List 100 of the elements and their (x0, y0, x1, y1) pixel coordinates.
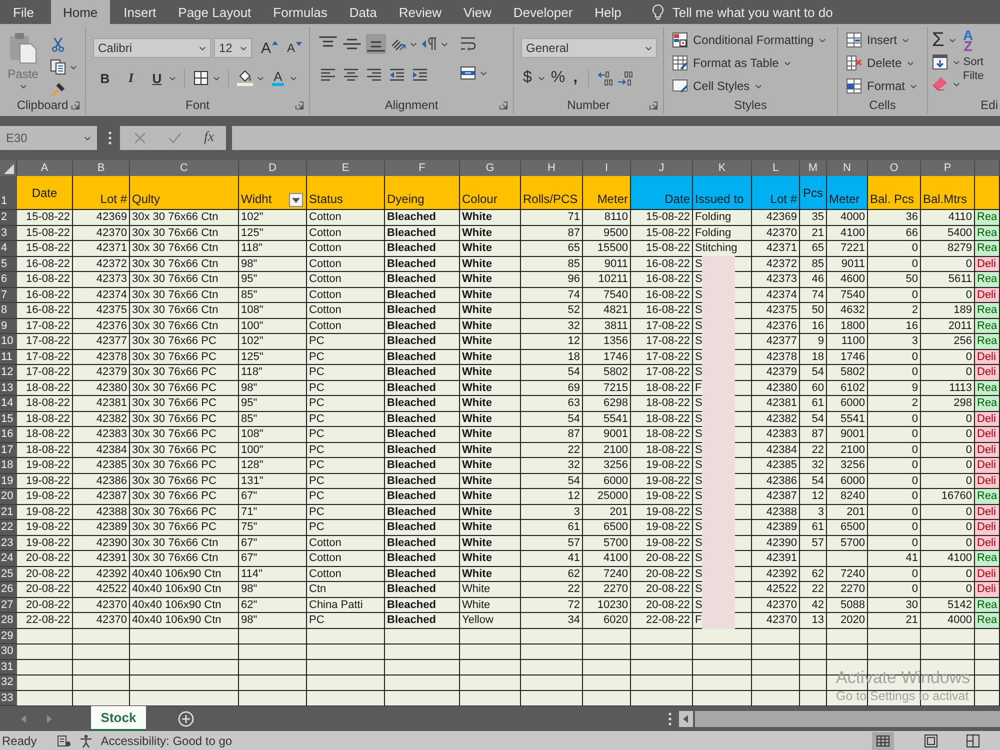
number-format-field[interactable]: General (521, 38, 657, 58)
column-header[interactable]: B (73, 160, 130, 176)
row-header[interactable]: 4 (0, 241, 17, 256)
text-direction-icon[interactable] (421, 36, 437, 52)
accessibility-icon[interactable] (78, 734, 93, 748)
row-header[interactable]: 19 (0, 474, 17, 489)
caret-icon[interactable] (70, 64, 77, 70)
row-header[interactable]: 21 (0, 504, 17, 520)
caret-icon[interactable] (953, 82, 960, 86)
ribbon-tab[interactable]: File (2, 0, 45, 24)
cut-icon[interactable] (50, 37, 66, 52)
row-header[interactable]: 22 (0, 520, 17, 536)
row-header[interactable]: 25 (0, 566, 17, 582)
select-all-icon[interactable] (4, 164, 14, 174)
caret-icon[interactable] (199, 46, 206, 50)
row-header[interactable]: 20 (0, 489, 17, 504)
caret-icon[interactable] (290, 76, 297, 80)
caret-icon[interactable] (84, 136, 91, 140)
row-header[interactable]: 23 (0, 536, 17, 551)
macro-record-icon[interactable] (56, 734, 71, 746)
filter-dropdown-button[interactable] (289, 193, 303, 207)
page-break-view-icon[interactable] (966, 734, 980, 748)
more-icon[interactable] (108, 131, 112, 145)
wrap-text-icon[interactable] (460, 36, 476, 52)
row-header[interactable]: 15 (0, 412, 17, 427)
sheet-tab[interactable]: Stock (91, 706, 146, 731)
caret-icon[interactable] (257, 76, 264, 80)
row-header[interactable]: 3 (0, 226, 17, 241)
column-header[interactable]: P (921, 160, 975, 176)
delete-button[interactable]: Delete (846, 52, 927, 74)
dialog-launcher-icon[interactable] (499, 101, 508, 110)
dialog-launcher-icon[interactable] (649, 101, 658, 110)
add-sheet-icon[interactable] (178, 710, 194, 726)
bottom-align-icon[interactable] (366, 34, 386, 54)
row-header[interactable]: 9 (0, 318, 17, 334)
dialog-launcher-icon[interactable] (295, 101, 304, 110)
caret-icon[interactable] (213, 76, 220, 80)
borders-icon[interactable] (193, 70, 209, 86)
percent-style-button[interactable]: % (548, 69, 568, 87)
accessibility-status[interactable]: Accessibility: Good to go (100, 734, 232, 748)
row-header[interactable]: 30 (0, 644, 17, 660)
ribbon-tab[interactable]: Review (388, 0, 452, 24)
caret-icon[interactable] (949, 38, 956, 42)
caret-icon[interactable] (902, 38, 910, 42)
ribbon-tab[interactable]: Data (338, 0, 388, 24)
underline-button[interactable]: U (149, 69, 165, 87)
caret-icon[interactable] (910, 84, 918, 88)
caret-icon[interactable] (645, 46, 652, 50)
ribbon-tab[interactable]: Formulas (262, 0, 338, 24)
row-header[interactable]: 14 (0, 396, 17, 412)
caret-icon[interactable] (784, 60, 791, 66)
caret-icon[interactable] (410, 42, 417, 46)
decrease-indent-icon[interactable] (389, 67, 405, 83)
formula-input[interactable] (232, 126, 1000, 150)
currency-format-button[interactable]: $ (521, 69, 534, 87)
insert-function-button[interactable]: fx (204, 130, 214, 146)
font-name-field[interactable]: Calibri (93, 38, 211, 58)
font-size-field[interactable]: 12 (214, 38, 252, 58)
lightbulb-icon[interactable] (652, 4, 664, 20)
scrollbar-thumb[interactable] (695, 710, 1000, 726)
format-painter-icon[interactable] (50, 82, 66, 97)
row-header[interactable]: 5 (0, 256, 17, 272)
ribbon-tab[interactable]: Page Layout (167, 0, 262, 24)
page-layout-view-icon[interactable] (924, 734, 938, 748)
decrease-decimal-icon[interactable] (616, 70, 633, 86)
column-header[interactable]: J (631, 160, 693, 176)
row-header[interactable]: 2 (0, 210, 17, 226)
bold-button[interactable]: B (97, 69, 113, 87)
row-header[interactable]: 1 (0, 176, 17, 210)
italic-button[interactable]: I (123, 69, 139, 87)
normal-view-icon[interactable] (872, 732, 894, 750)
column-header[interactable]: E (307, 160, 385, 176)
cell-styles-button[interactable]: Cell Styles (672, 75, 837, 97)
fill-down-icon[interactable] (932, 54, 948, 70)
column-header[interactable]: M (800, 160, 827, 176)
caret-icon[interactable] (169, 76, 176, 80)
column-header[interactable]: H (521, 160, 583, 176)
row-header[interactable]: 12 (0, 365, 17, 380)
grow-font-button[interactable]: A (261, 40, 278, 56)
row-header[interactable]: 13 (0, 380, 17, 396)
column-header[interactable]: L (752, 160, 800, 176)
tell-me-field[interactable]: Tell me what you want to do (672, 2, 872, 22)
format-as-table-button[interactable]: Format as Table (672, 52, 837, 74)
column-header[interactable]: K (693, 160, 752, 176)
row-header[interactable]: 8 (0, 303, 17, 318)
caret-icon[interactable] (20, 84, 26, 89)
format-button[interactable]: Format (846, 75, 927, 97)
ribbon-tab[interactable]: Insert (112, 0, 168, 24)
caret-icon[interactable] (538, 76, 545, 80)
column-header[interactable]: A (17, 160, 73, 176)
caret-icon[interactable] (754, 84, 762, 88)
ribbon-tab[interactable]: Help (584, 0, 632, 24)
more-icon[interactable] (668, 712, 672, 726)
autosum-button[interactable]: Σ (932, 30, 944, 50)
align-center-icon[interactable] (343, 67, 359, 83)
font-color-button[interactable]: A (270, 69, 286, 87)
row-header[interactable]: 11 (0, 350, 17, 365)
caret-icon[interactable] (906, 60, 914, 66)
row-header[interactable]: 26 (0, 582, 17, 598)
fill-color-icon[interactable] (237, 70, 253, 86)
